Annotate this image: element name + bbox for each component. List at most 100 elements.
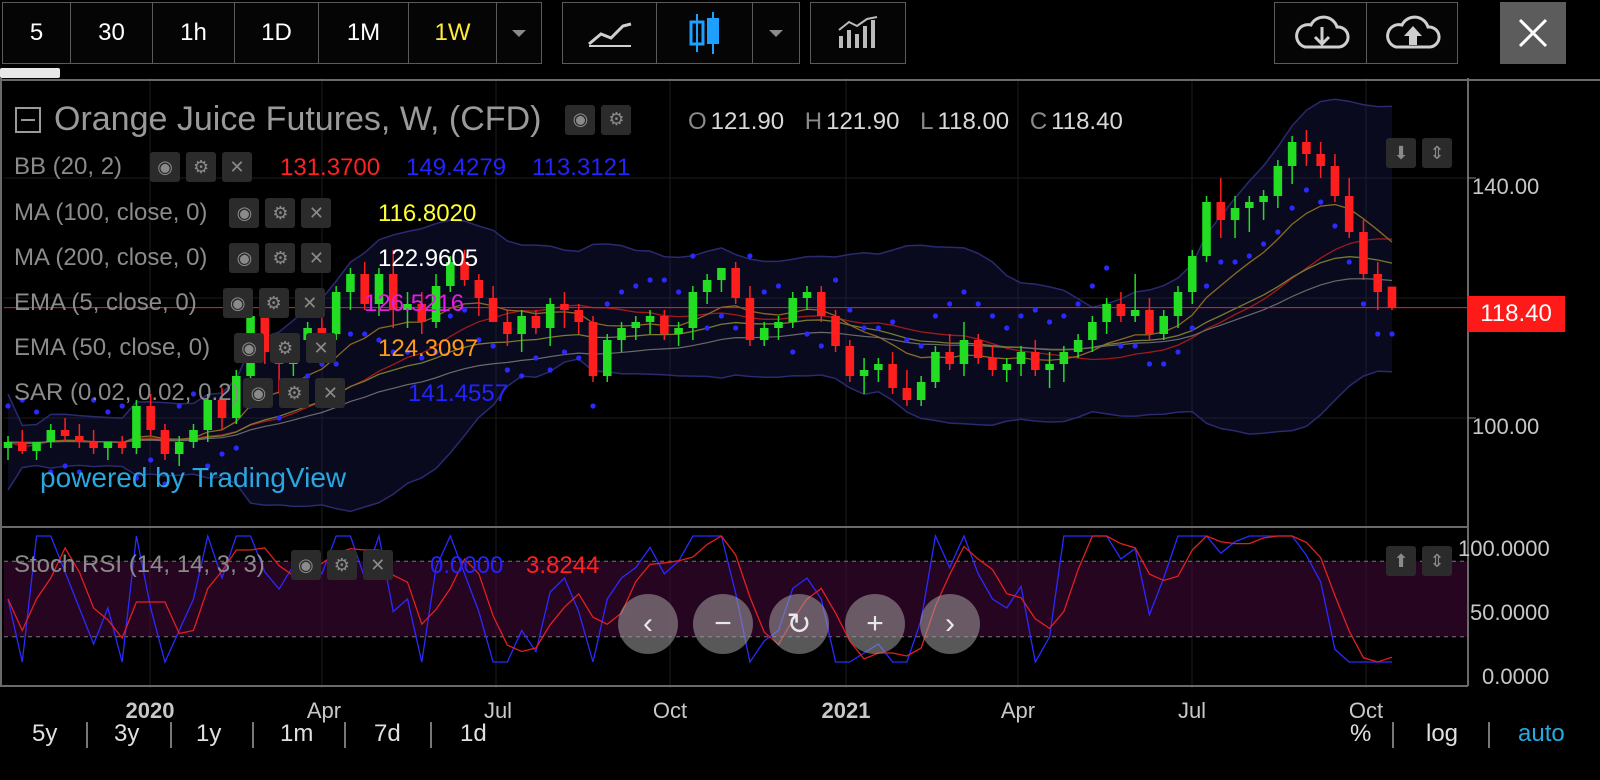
range-separator bbox=[344, 722, 346, 748]
range-1m-button[interactable]: 1m bbox=[280, 720, 313, 748]
interval-30-button[interactable]: 30 bbox=[71, 3, 153, 63]
sar-dot bbox=[233, 445, 239, 451]
sar-dot bbox=[1203, 283, 1210, 289]
range-3y-button[interactable]: 3y bbox=[114, 720, 139, 748]
interval-1w-button[interactable]: 1W bbox=[409, 3, 497, 63]
maximize-pane-icon[interactable]: ⇕ bbox=[1422, 546, 1452, 576]
sar-dot bbox=[733, 325, 739, 331]
gear-icon[interactable]: ⚙ bbox=[326, 550, 357, 580]
eye-icon[interactable]: ◉ bbox=[150, 152, 181, 182]
close-icon[interactable]: ✕ bbox=[301, 243, 332, 273]
gear-icon[interactable]: ⚙ bbox=[279, 378, 310, 408]
close-icon[interactable]: ✕ bbox=[294, 288, 325, 318]
reset-chart-button[interactable]: ↻ bbox=[769, 594, 829, 654]
candle-body bbox=[973, 340, 983, 358]
sar-dot bbox=[661, 277, 667, 283]
move-down-icon[interactable]: ⬇ bbox=[1386, 138, 1416, 168]
gear-icon[interactable]: ⚙ bbox=[258, 288, 289, 318]
range-separator bbox=[1392, 722, 1394, 748]
sar-dot bbox=[5, 403, 11, 409]
sar-dot bbox=[918, 343, 924, 349]
close-icon[interactable]: ✕ bbox=[306, 333, 337, 363]
sar-dot bbox=[576, 355, 582, 361]
zoom-out-button[interactable]: − bbox=[693, 594, 753, 654]
auto-scale-button[interactable]: auto bbox=[1518, 720, 1565, 748]
time-axis-label: Jul bbox=[1177, 698, 1207, 723]
cloud-upload-button[interactable] bbox=[1367, 3, 1457, 63]
gear-icon[interactable]: ⚙ bbox=[265, 198, 296, 228]
maximize-pane-icon[interactable]: ⇕ bbox=[1422, 138, 1452, 168]
interval-5-button[interactable]: 5 bbox=[3, 3, 71, 63]
percent-scale-button[interactable]: % bbox=[1350, 720, 1371, 748]
eye-icon[interactable]: ◉ bbox=[222, 288, 253, 318]
range-1y-button[interactable]: 1y bbox=[196, 720, 221, 748]
gear-icon[interactable]: ⚙ bbox=[601, 104, 632, 135]
eye-icon[interactable]: ◉ bbox=[229, 243, 260, 273]
candle-body bbox=[132, 406, 141, 448]
gear-icon[interactable]: ⚙ bbox=[186, 152, 217, 182]
high-value: 121.90 bbox=[826, 108, 900, 135]
indicators-icon bbox=[838, 16, 878, 48]
eye-icon[interactable]: ◉ bbox=[234, 333, 265, 363]
range-5y-button[interactable]: 5y bbox=[32, 720, 57, 748]
chart-scroll-tab[interactable] bbox=[0, 68, 60, 78]
indicators-button[interactable] bbox=[811, 3, 905, 63]
candle-body bbox=[32, 442, 41, 451]
ema5-value: 126.5216 bbox=[364, 290, 465, 317]
candle-body bbox=[1316, 154, 1325, 166]
eye-icon[interactable]: ◉ bbox=[229, 198, 260, 228]
sar-dot bbox=[1346, 259, 1352, 265]
sar-dot bbox=[1260, 241, 1267, 247]
cloud-download-button[interactable] bbox=[1275, 3, 1367, 63]
chevron-down-icon bbox=[512, 30, 526, 37]
eye-icon[interactable]: ◉ bbox=[243, 378, 274, 408]
scroll-right-button[interactable]: › bbox=[920, 594, 980, 654]
candle-chart-button[interactable] bbox=[657, 3, 753, 63]
eye-icon[interactable]: ◉ bbox=[565, 104, 596, 135]
candle-body bbox=[1002, 364, 1012, 370]
close-icon[interactable]: ✕ bbox=[222, 152, 253, 182]
eye-icon[interactable]: ◉ bbox=[290, 550, 321, 580]
collapse-legend-icon[interactable] bbox=[14, 106, 42, 134]
close-icon[interactable]: ✕ bbox=[362, 550, 393, 580]
interval-dropdown-button[interactable] bbox=[497, 3, 541, 63]
log-scale-button[interactable]: log bbox=[1426, 720, 1458, 748]
sar-dot bbox=[875, 325, 881, 331]
plus-icon: + bbox=[866, 607, 884, 640]
close-icon[interactable]: ✕ bbox=[301, 198, 332, 228]
sar-dot bbox=[1318, 199, 1324, 205]
sar-dot bbox=[1303, 187, 1309, 193]
candle-body bbox=[588, 322, 598, 376]
candle-body bbox=[802, 292, 812, 298]
candle bbox=[331, 286, 341, 340]
cloud-upload-icon bbox=[1386, 15, 1441, 49]
scroll-left-button[interactable]: ‹ bbox=[618, 594, 678, 654]
range-1d-button[interactable]: 1d bbox=[460, 720, 487, 748]
chart-type-dropdown-button[interactable] bbox=[753, 3, 799, 63]
candlestick-icon bbox=[689, 12, 719, 54]
line-chart-button[interactable] bbox=[563, 3, 657, 63]
interval-1h-button[interactable]: 1h bbox=[153, 3, 235, 63]
indicator-name: EMA (50, close, 0) bbox=[14, 334, 211, 361]
interval-1d-button[interactable]: 1D bbox=[235, 3, 319, 63]
interval-1m-button[interactable]: 1M bbox=[319, 3, 409, 63]
close-label: C bbox=[1029, 108, 1048, 135]
zoom-in-button[interactable]: + bbox=[845, 594, 905, 654]
low-value: 118.00 bbox=[937, 108, 1010, 135]
move-up-icon[interactable]: ⬆ bbox=[1386, 546, 1416, 576]
candle-body bbox=[17, 442, 27, 451]
powered-by-link[interactable]: powered by TradingView bbox=[40, 462, 346, 494]
indicator-name: EMA (5, close, 0) bbox=[14, 289, 197, 316]
close-button[interactable] bbox=[1500, 2, 1566, 64]
candle bbox=[602, 334, 612, 382]
candle-body bbox=[916, 382, 926, 400]
candle-body bbox=[1116, 304, 1126, 316]
candle-body bbox=[1245, 202, 1254, 208]
range-7d-button[interactable]: 7d bbox=[374, 720, 401, 748]
gear-icon[interactable]: ⚙ bbox=[270, 333, 301, 363]
stochrsi-d-value: 3.8244 bbox=[526, 552, 600, 579]
candle-body bbox=[660, 316, 669, 334]
gear-icon[interactable]: ⚙ bbox=[265, 243, 296, 273]
candle-body bbox=[160, 430, 170, 454]
close-icon[interactable]: ✕ bbox=[315, 378, 346, 408]
